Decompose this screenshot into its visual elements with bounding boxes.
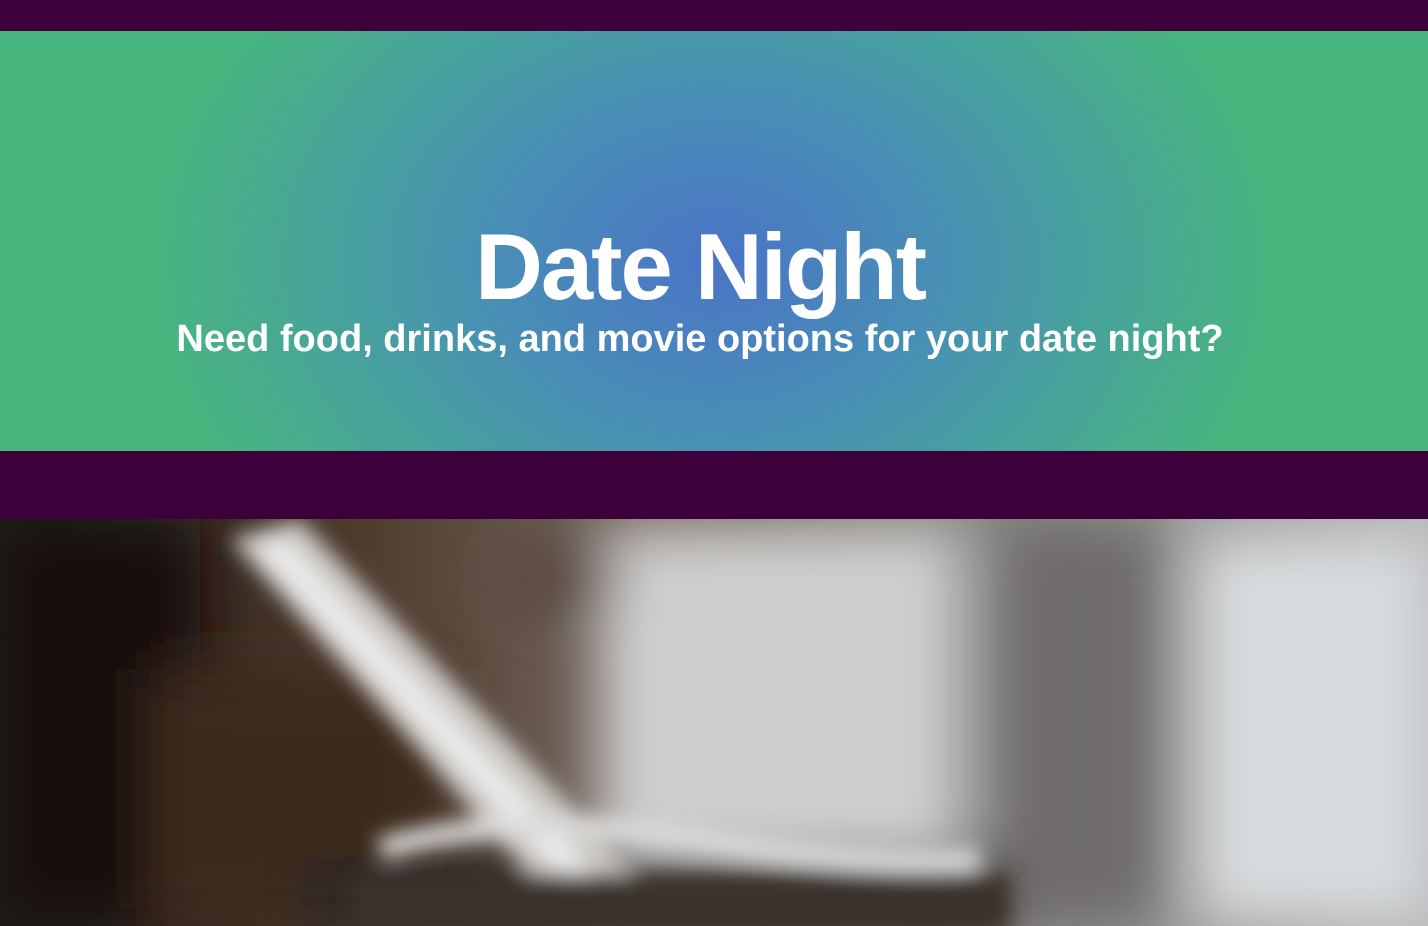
page: Date Night Need food, drinks, and movie … <box>0 0 1428 926</box>
blurred-photo-image <box>0 519 1428 926</box>
background-photo <box>0 519 1428 926</box>
top-bar <box>0 0 1428 31</box>
hero-banner: Date Night Need food, drinks, and movie … <box>0 31 1428 451</box>
divider-band <box>0 451 1428 519</box>
page-subtitle: Need food, drinks, and movie options for… <box>176 318 1224 360</box>
page-title: Date Night <box>475 213 927 319</box>
